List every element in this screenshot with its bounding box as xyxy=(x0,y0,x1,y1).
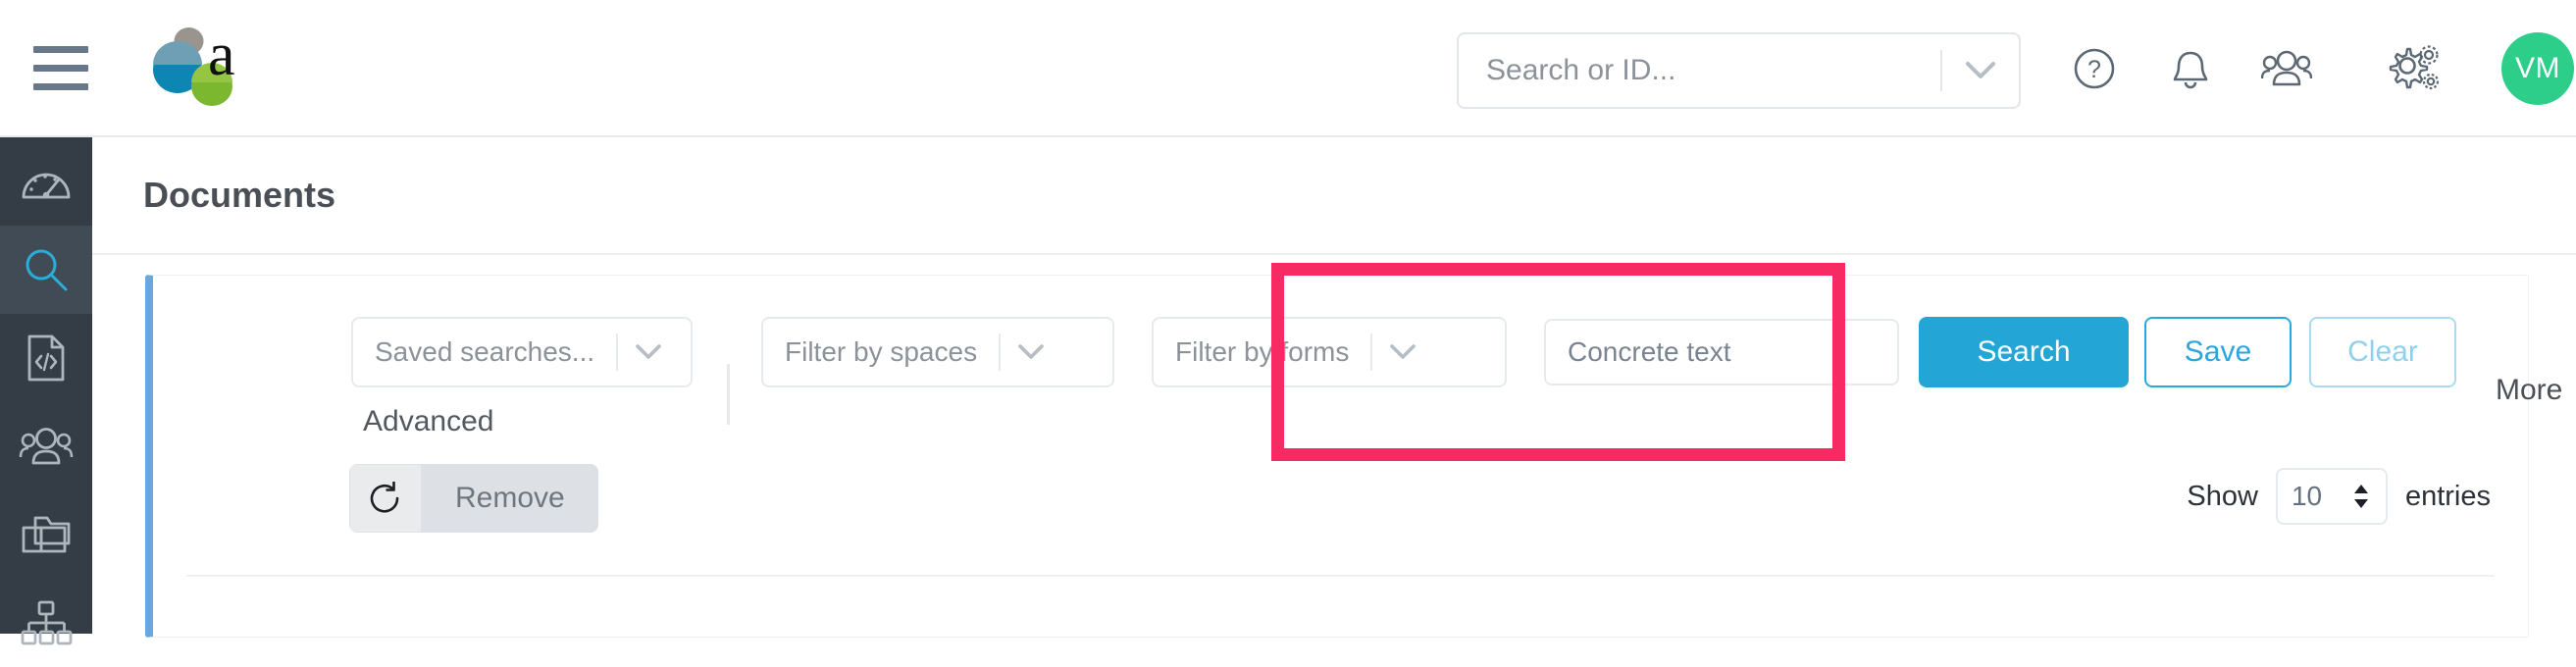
remove-button[interactable]: Remove xyxy=(422,464,598,533)
sidebar-item-folders[interactable] xyxy=(0,490,92,579)
document-code-icon xyxy=(27,334,65,382)
hamburger-line xyxy=(33,45,88,53)
svg-text:a: a xyxy=(208,24,235,88)
avatar[interactable]: VM xyxy=(2501,32,2574,105)
page-title-bar: Documents xyxy=(92,137,2576,255)
header-icon-group: ? VM xyxy=(2060,0,2576,137)
sitemap-icon xyxy=(21,600,73,645)
notifications-bell-icon[interactable] xyxy=(2156,34,2225,103)
show-entries-control: Show 10 entries xyxy=(2187,468,2491,525)
chevron-down-icon[interactable] xyxy=(1001,343,1061,361)
global-search-placeholder: Search or ID... xyxy=(1486,54,1676,86)
refresh-icon[interactable] xyxy=(349,464,422,533)
page-title: Documents xyxy=(143,175,336,215)
svg-text:?: ? xyxy=(2087,56,2101,83)
sidebar-item-documents[interactable] xyxy=(0,314,92,402)
remove-button-group: Remove xyxy=(349,464,598,533)
concrete-text-placeholder: Concrete text xyxy=(1568,336,1731,367)
main-content: Documents Saved searches... Filter by sp… xyxy=(92,137,2576,638)
more-button[interactable]: More xyxy=(2496,374,2562,407)
sidebar-item-people[interactable] xyxy=(0,402,92,490)
section-divider xyxy=(727,364,730,425)
save-button[interactable]: Save xyxy=(2144,317,2292,387)
sidebar-item-hierarchy[interactable] xyxy=(0,579,92,667)
entries-per-page-select[interactable]: 10 xyxy=(2275,468,2388,525)
sidebar-item-dashboard[interactable] xyxy=(0,137,92,226)
show-label: Show xyxy=(2187,480,2258,512)
hamburger-line xyxy=(33,82,88,90)
a-logo-icon: a xyxy=(153,22,235,106)
sidebar-item-search[interactable] xyxy=(0,226,92,314)
advanced-link[interactable]: Advanced xyxy=(363,405,493,438)
search-icon xyxy=(26,249,68,291)
people-icon xyxy=(19,428,74,465)
chevron-down-icon[interactable] xyxy=(618,343,679,361)
app-logo[interactable]: a xyxy=(145,22,263,108)
search-button[interactable]: Search xyxy=(1919,317,2129,387)
global-search-box[interactable]: Search or ID... xyxy=(1457,32,2021,109)
entries-label: entries xyxy=(2404,480,2491,512)
people-icon[interactable] xyxy=(2252,34,2321,103)
clear-button[interactable]: Clear xyxy=(2309,317,2456,387)
chevron-down-icon[interactable] xyxy=(1372,343,1433,361)
filter-forms-placeholder: Filter by forms xyxy=(1175,336,1350,367)
entries-value: 10 xyxy=(2291,481,2323,511)
chevron-down-icon[interactable] xyxy=(1942,61,2019,80)
avatar-initials: VM xyxy=(2515,52,2560,84)
help-icon[interactable]: ? xyxy=(2060,34,2129,103)
gauge-icon xyxy=(22,173,71,199)
filter-by-spaces-select[interactable]: Filter by spaces xyxy=(761,317,1114,387)
stepper-arrows-icon xyxy=(2353,485,2368,508)
search-panel-card: Saved searches... Filter by spaces Filte… xyxy=(145,275,2562,638)
saved-searches-select[interactable]: Saved searches... xyxy=(351,317,693,387)
filter-by-forms-select[interactable]: Filter by forms xyxy=(1152,317,1507,387)
filter-spaces-placeholder: Filter by spaces xyxy=(785,336,978,367)
left-sidebar xyxy=(0,137,92,645)
concrete-text-input[interactable]: Concrete text xyxy=(1544,319,1899,385)
saved-searches-placeholder: Saved searches... xyxy=(375,336,595,367)
hamburger-icon[interactable] xyxy=(33,45,88,90)
settings-gears-icon[interactable] xyxy=(2380,34,2448,103)
hamburger-line xyxy=(33,64,88,72)
folders-icon xyxy=(22,516,71,553)
table-top-divider xyxy=(186,575,2495,577)
top-header-bar: a Search or ID... ? VM xyxy=(0,0,2576,137)
filter-row: Saved searches... Filter by spaces Filte… xyxy=(153,317,2562,425)
